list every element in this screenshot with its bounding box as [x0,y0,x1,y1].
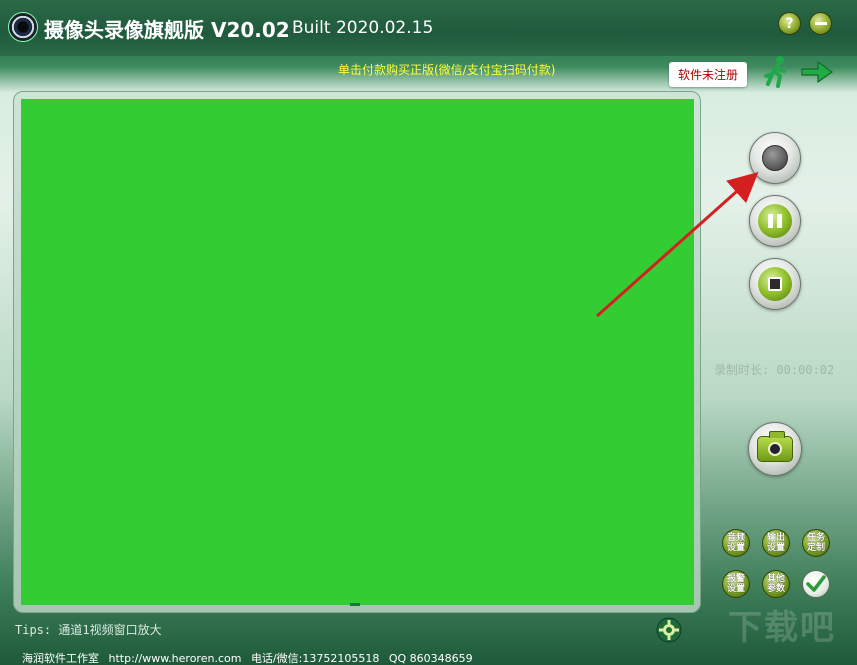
record-duration: 录制时长: 00:00:02 [714,363,835,377]
footer: 海润软件工作室 http://www.heroren.com 电话/微信:137… [22,650,479,665]
video-preview[interactable] [21,99,694,605]
snapshot-button[interactable] [748,422,802,476]
stop-button[interactable] [749,258,801,310]
qq-contact: QQ 860348659 [388,652,473,665]
alarm-settings-button[interactable]: 报警设置 [722,570,750,598]
pause-button[interactable] [749,195,801,247]
help-icon: ? [785,15,794,32]
video-resize-grip[interactable] [350,603,360,606]
gear-icon[interactable] [656,617,682,643]
build-label: Built 2020.02.15 [292,18,434,38]
forward-arrow-icon[interactable] [800,59,834,85]
help-button[interactable]: ? [778,12,801,35]
stop-icon [758,267,792,301]
website-link[interactable]: http://www.heroren.com [109,652,242,665]
confirm-button[interactable] [802,570,830,598]
record-icon [762,145,788,171]
app-title: 摄像头录像旗舰版 V20.02 [44,18,290,42]
buy-license-link[interactable]: 单击付款购买正版(微信/支付宝扫码付款) [338,61,555,78]
studio-name: 海润软件工作室 [22,652,99,665]
task-schedule-button[interactable]: 任务定制 [802,529,830,557]
phone-contact: 电话/微信:13752105518 [250,652,380,665]
webcam-logo-icon [8,12,38,42]
pause-icon [758,204,792,238]
minimize-icon [814,22,827,25]
tips-text: Tips: 通道1视频窗口放大 [15,623,162,637]
audio-settings-button[interactable]: 音频设置 [722,529,750,557]
output-settings-button[interactable]: 输出设置 [762,529,790,557]
camera-icon [757,431,793,462]
checkmark-icon [806,575,826,592]
unregistered-badge[interactable]: 软件未注册 [669,62,747,87]
minimize-button[interactable] [809,12,832,35]
running-man-exit-icon[interactable] [758,54,794,90]
other-params-button[interactable]: 其他参数 [762,570,790,598]
title-bar: 摄像头录像旗舰版 V20.02 Built 2020.02.15 ? [0,0,857,56]
record-button[interactable] [749,132,801,184]
watermark-logo: 下载吧 [728,608,836,648]
